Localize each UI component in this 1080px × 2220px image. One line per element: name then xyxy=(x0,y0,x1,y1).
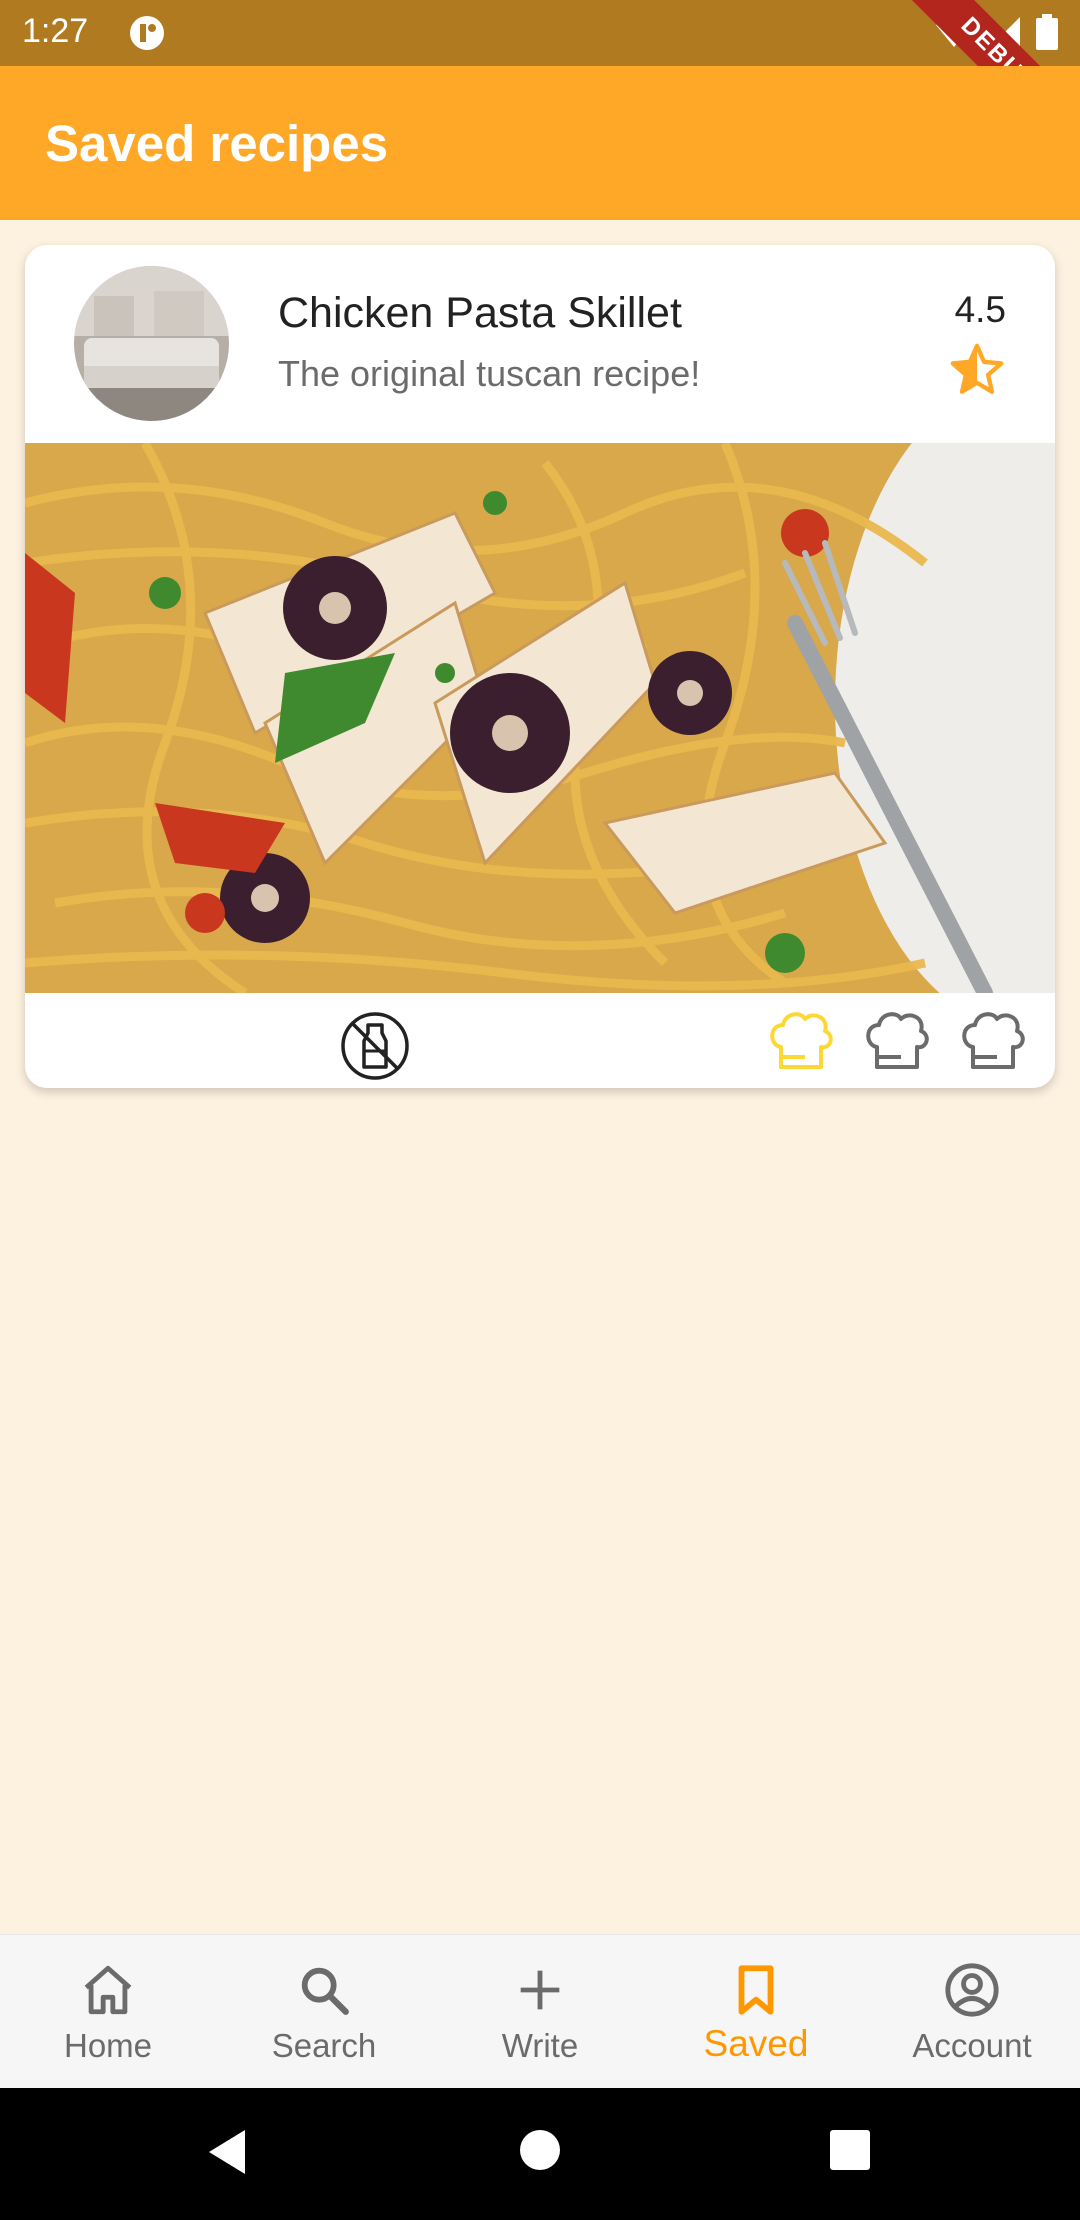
recipe-rating: 4.5 xyxy=(954,289,1006,330)
status-time: 1:27 xyxy=(22,12,89,50)
search-icon xyxy=(301,1967,349,2015)
battery-icon xyxy=(1036,14,1058,50)
status-bar: 1:27 DEBUG xyxy=(0,0,1080,175)
nav-item-write[interactable]: Write xyxy=(432,1935,648,2088)
recipe-title: Chicken Pasta Skillet xyxy=(278,289,682,337)
home-button-icon[interactable] xyxy=(518,2128,562,2172)
nav-label-home: Home xyxy=(63,2027,153,2064)
account-icon xyxy=(945,1963,999,2017)
nav-item-account[interactable]: Account xyxy=(864,1935,1080,2088)
bookmark-icon xyxy=(738,1965,774,2015)
chef-hat-icon-1 xyxy=(770,1012,833,1069)
recipe-card[interactable]: Chicken Pasta Skillet The original tusca… xyxy=(25,245,1055,1088)
recipe-image[interactable] xyxy=(25,443,1055,993)
recents-icon[interactable] xyxy=(828,2128,872,2172)
nav-label-account: Account xyxy=(912,2027,1032,2064)
nav-item-home[interactable]: Home xyxy=(0,1935,216,2088)
home-icon xyxy=(84,1965,132,2015)
half-star-icon xyxy=(950,343,1004,394)
nav-item-search[interactable]: Search xyxy=(216,1935,432,2088)
bottom-navigation: Home Search Write Saved Account xyxy=(0,1934,1080,2088)
nav-label-write: Write xyxy=(501,2027,579,2064)
author-avatar[interactable] xyxy=(74,266,229,421)
app-notification-icon xyxy=(130,16,164,50)
plus-icon xyxy=(520,1970,560,2010)
page-title: Saved recipes xyxy=(45,115,389,172)
system-navigation-bar xyxy=(0,2088,1080,2220)
chef-hat-icon-2 xyxy=(866,1012,929,1069)
chef-hat-icon-3 xyxy=(962,1012,1025,1069)
back-icon[interactable] xyxy=(205,2128,249,2176)
recipe-subtitle: The original tuscan recipe! xyxy=(278,353,701,394)
no-dairy-icon xyxy=(341,1012,409,1080)
nav-label-saved: Saved xyxy=(703,2023,809,2064)
nav-item-saved[interactable]: Saved xyxy=(648,1935,864,2088)
nav-label-search: Search xyxy=(271,2027,377,2064)
app-bar: Saved recipes xyxy=(0,66,1080,220)
